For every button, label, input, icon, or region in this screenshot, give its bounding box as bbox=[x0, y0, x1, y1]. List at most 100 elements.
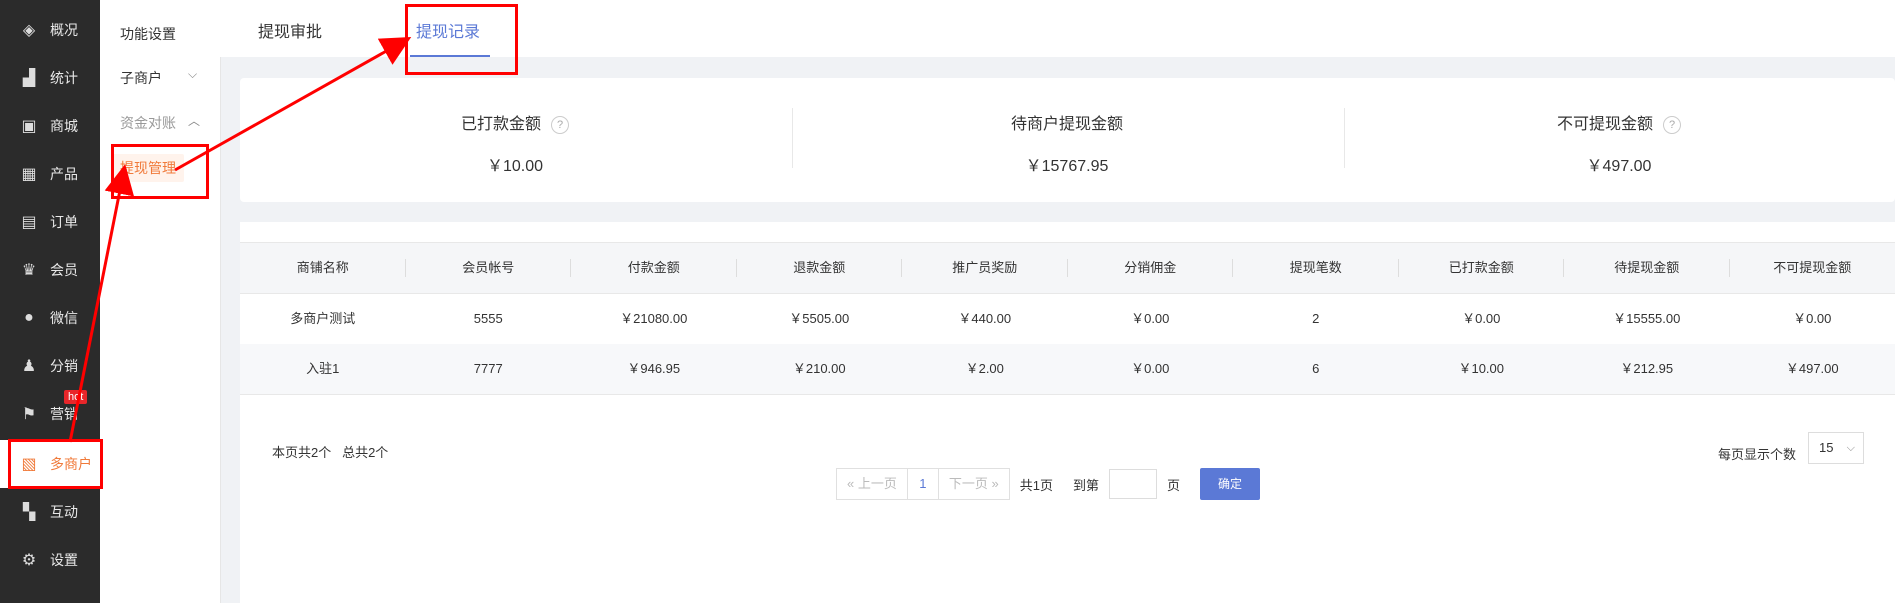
column-header-label: 会员帐号 bbox=[462, 260, 515, 275]
table-cell: 多商户测试 bbox=[290, 311, 356, 326]
nav-item-11[interactable]: ⚙ 设置 bbox=[0, 536, 100, 584]
column-header-label: 退款金额 bbox=[793, 260, 846, 275]
annotation-box bbox=[111, 144, 209, 199]
column-header: 退款金额 bbox=[737, 243, 902, 293]
nav-item-label: 产品 bbox=[50, 166, 78, 182]
interact-icon: ▚ bbox=[22, 504, 36, 521]
nav-item-2[interactable]: ▣ 商城 bbox=[0, 102, 100, 150]
nav-item-1[interactable]: ▟ 统计 bbox=[0, 54, 100, 102]
table-cell: 2 bbox=[1312, 311, 1320, 326]
table-cell: ￥10.00 bbox=[1458, 361, 1505, 376]
chevron-down-icon: ⌵ bbox=[188, 67, 198, 81]
nav-item-label: 微信 bbox=[50, 310, 78, 326]
nav-item-label: 营销 bbox=[50, 406, 78, 422]
tab-withdraw-approval[interactable]: 提现审批 bbox=[258, 18, 322, 42]
nav-item-5[interactable]: ♛ 会员 bbox=[0, 246, 100, 294]
pagination: « 上一页 1 下一页 » 共1页 到第 页 确定 bbox=[836, 468, 1260, 500]
nav-item-label: 互动 bbox=[50, 504, 78, 520]
page-number-1[interactable]: 1 bbox=[907, 468, 938, 500]
subnav-sub-merchants[interactable]: 子商户 ⌵ bbox=[120, 67, 197, 88]
goto-page-input[interactable] bbox=[1108, 469, 1157, 499]
stat-title: 已打款金额 bbox=[460, 116, 541, 133]
nav-item-7[interactable]: ♟ 分销 bbox=[0, 342, 100, 390]
clipboard-icon: ▤ bbox=[21, 214, 37, 231]
column-header: 不可提现金额 bbox=[1730, 243, 1895, 293]
stat-value: ￥10.00 bbox=[486, 158, 544, 175]
stat-value: ￥497.00 bbox=[1586, 158, 1652, 175]
annotation-box bbox=[8, 439, 103, 489]
count-info: 本页共2个 总共2个 bbox=[272, 442, 388, 461]
table-cell: ￥497.00 bbox=[1785, 361, 1839, 376]
confirm-button[interactable]: 确定 bbox=[1199, 468, 1260, 500]
stat-locked: 不可提现金额? ￥497.00 bbox=[1344, 78, 1894, 202]
column-header: 已打款金额 bbox=[1399, 243, 1564, 293]
chevron-down-icon: ⌵ bbox=[1846, 442, 1855, 454]
records-table: 商铺名称 会员帐号 付款金额 退款金额 推广员奖励 分销佣金 提现笔数 已打款金额 待提现金额 不… bbox=[240, 242, 1895, 395]
nav-item-4[interactable]: ▤ 订单 bbox=[0, 198, 100, 246]
total-pages: 共1页 bbox=[1019, 477, 1053, 493]
column-header: 分销佣金 bbox=[1068, 243, 1233, 293]
column-header-label: 待提现金额 bbox=[1614, 260, 1680, 275]
summary-card: 已打款金额? ￥10.00 待商户提现金额 ￥15767.95 不可提现金额? … bbox=[240, 78, 1895, 202]
column-header-label: 已打款金额 bbox=[1448, 260, 1514, 275]
nav-item-label: 统计 bbox=[50, 70, 78, 86]
column-header-label: 分销佣金 bbox=[1124, 260, 1177, 275]
per-page-label: 每页显示个数 bbox=[1718, 447, 1797, 462]
table-cell: ￥0.00 bbox=[1462, 311, 1501, 326]
crown-icon: ♛ bbox=[21, 262, 37, 279]
nav-item-0[interactable]: ◈ 概况 bbox=[0, 6, 100, 54]
column-header: 商铺名称 bbox=[240, 243, 406, 293]
column-header-label: 提现笔数 bbox=[1289, 260, 1342, 275]
store-icon: ▣ bbox=[21, 118, 37, 135]
table-cell: ￥21080.00 bbox=[620, 311, 688, 326]
nav-item-6[interactable]: ● 微信 bbox=[0, 294, 100, 342]
subnav-label: 功能设置 bbox=[120, 26, 176, 42]
nav-item-3[interactable]: ▦ 产品 bbox=[0, 150, 100, 198]
table-cell: ￥946.95 bbox=[627, 361, 681, 376]
table-cell: ￥2.00 bbox=[965, 361, 1004, 376]
grid-icon: ▦ bbox=[21, 166, 37, 183]
annotation-box bbox=[405, 4, 518, 75]
nav-item-label: 会员 bbox=[50, 262, 78, 278]
prev-label: 上一页 bbox=[857, 476, 897, 491]
chart-icon: ▟ bbox=[22, 70, 36, 87]
table-cell: 6 bbox=[1312, 361, 1320, 376]
main-nav: ◈ 概况 ▟ 统计 ▣ 商城 ▦ 产品 ▤ 订单 ♛ 会员 ● 微信 ♟ 分销 ⚑ 营销 ▧ 多商户 ▚ 互动 ⚙ 设置 bbox=[0, 0, 100, 603]
prev-page-button[interactable]: « 上一页 bbox=[836, 468, 908, 500]
stat-pending: 待商户提现金额 ￥15767.95 bbox=[792, 78, 1342, 202]
table-cell: ￥0.00 bbox=[1131, 361, 1170, 376]
subnav-fund-reconciliation[interactable]: 资金对账 ︿ bbox=[120, 113, 200, 133]
column-header: 待提现金额 bbox=[1564, 243, 1730, 293]
table-row: 入驻1 7777 ￥946.95 ￥210.00 ￥2.00 ￥0.00 6 ￥10.00 ￥2… bbox=[240, 344, 1895, 394]
stat-paid: 已打款金额? ￥10.00 bbox=[240, 78, 790, 202]
column-header-label: 商铺名称 bbox=[296, 260, 349, 275]
subnav-label: 资金对账 bbox=[120, 115, 176, 131]
column-header: 会员帐号 bbox=[406, 243, 571, 293]
goto-label: 到第 bbox=[1072, 477, 1099, 493]
divider bbox=[240, 394, 1895, 395]
page-unit: 页 bbox=[1166, 477, 1180, 493]
column-header-label: 不可提现金额 bbox=[1773, 260, 1852, 275]
subnav-function-settings[interactable]: 功能设置 bbox=[120, 24, 176, 44]
table-cell: 入驻1 bbox=[306, 361, 340, 376]
help-icon[interactable]: ? bbox=[1663, 115, 1681, 134]
stat-value: ￥15767.95 bbox=[1025, 158, 1109, 175]
records-panel: 商铺名称 会员帐号 付款金额 退款金额 推广员奖励 分销佣金 提现笔数 已打款金额 待提现金额 不… bbox=[240, 222, 1895, 603]
per-page-select[interactable]: 15 ⌵ bbox=[1808, 432, 1864, 464]
chat-icon: ● bbox=[24, 309, 34, 326]
table-body: 多商户测试 5555 ￥21080.00 ￥5505.00 ￥440.00 ￥0.00 2 ￥… bbox=[240, 294, 1895, 394]
table-cell: ￥15555.00 bbox=[1613, 311, 1681, 326]
column-header: 提现笔数 bbox=[1233, 243, 1399, 293]
table-cell: ￥0.00 bbox=[1131, 311, 1170, 326]
stat-title: 待商户提现金额 bbox=[1010, 116, 1123, 133]
table-header: 商铺名称 会员帐号 付款金额 退款金额 推广员奖励 分销佣金 提现笔数 已打款金额 待提现金额 不… bbox=[240, 242, 1895, 294]
nav-item-10[interactable]: ▚ 互动 bbox=[0, 488, 100, 536]
nav-item-label: 订单 bbox=[50, 214, 78, 230]
table-cell: ￥212.95 bbox=[1620, 361, 1674, 376]
layers-icon: ◈ bbox=[22, 22, 36, 39]
total-count: 总共2个 bbox=[342, 445, 389, 460]
flag-icon: ⚑ bbox=[21, 406, 37, 423]
sub-nav: 功能设置 子商户 ⌵ 资金对账 ︿ 提现管理 bbox=[100, 0, 221, 603]
next-page-button[interactable]: 下一页 » bbox=[937, 468, 1010, 500]
help-icon[interactable]: ? bbox=[551, 115, 569, 134]
